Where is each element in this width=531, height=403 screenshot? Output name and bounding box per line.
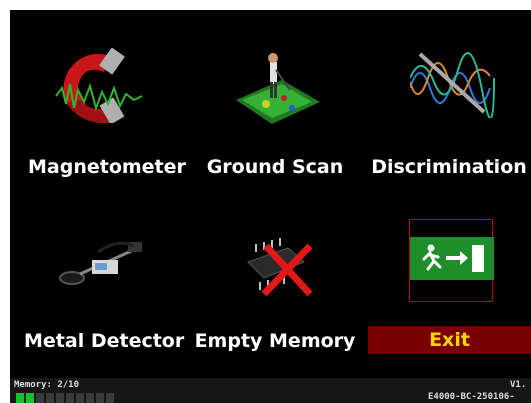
discrimination-label: Discrimination [371,156,527,178]
memory-status-text: Memory: 2/10 [14,380,80,390]
menu-item-metal-detector[interactable]: Metal Detector [10,210,185,365]
version-text: V1. [510,380,527,390]
memory-cell-free [46,393,54,403]
memory-cell-free [56,393,64,403]
main-menu-screen: Magnetometer Ground Scan Discrimination [10,10,531,403]
wave-graph-icon [410,52,495,118]
menu-item-ground-scan[interactable]: Ground Scan [190,10,360,195]
empty-memory-label: Empty Memory [194,330,356,352]
memory-chip-icon [247,238,313,297]
memory-cell-free [36,393,44,403]
metal-detector-icon [59,241,142,285]
menu-item-magnetometer[interactable]: Magnetometer [10,10,186,195]
magnet-icon [55,48,143,123]
ground-scan-icon [236,53,320,124]
menu-item-discrimination[interactable]: Discrimination [370,10,531,195]
memory-cell-used [16,393,24,403]
memory-cell-free [106,393,114,403]
ground-scan-label: Ground Scan [206,156,344,178]
memory-cell-used [26,393,34,403]
exit-sign-icon [410,237,494,280]
memory-usage-bar [16,393,114,403]
memory-cell-free [76,393,84,403]
exit-label: Exit [429,329,470,351]
memory-cell-free [66,393,74,403]
menu-item-empty-memory[interactable]: Empty Memory [190,210,370,365]
magnetometer-label: Magnetometer [28,156,186,178]
memory-cell-free [96,393,104,403]
metal-detector-label: Metal Detector [24,330,185,352]
menu-item-exit[interactable]: Exit [368,210,531,365]
device-code-text: E4000-BC-250106- [428,392,515,402]
memory-cell-free [86,393,94,403]
